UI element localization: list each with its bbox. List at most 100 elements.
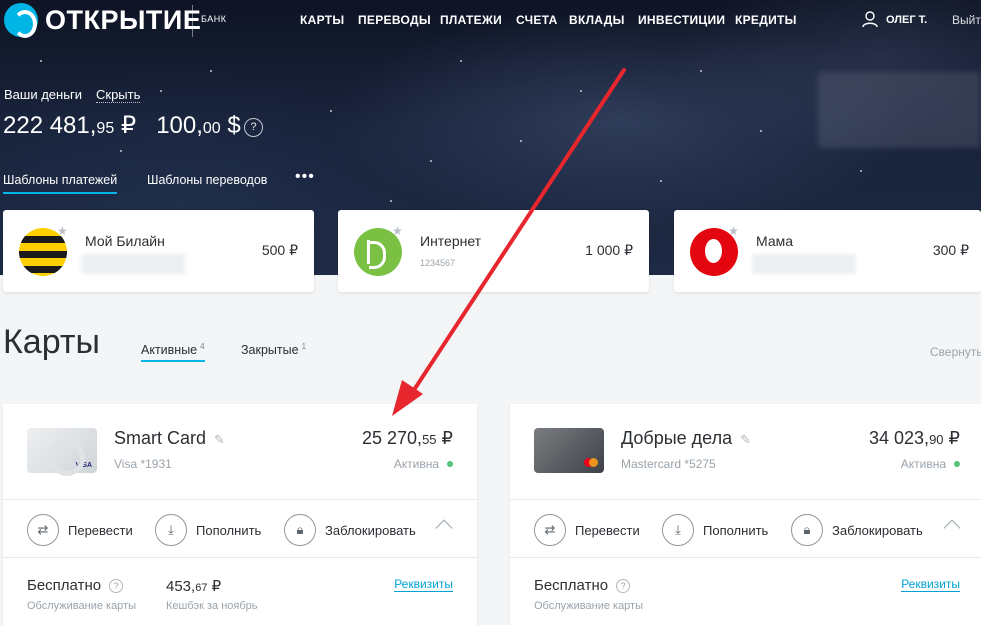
tab-label: Активные [141, 343, 198, 358]
question-icon[interactable]: ? [616, 579, 631, 593]
logo-divider [192, 5, 193, 37]
cards-section-title: Карты [3, 323, 100, 361]
cashback-int: 453, [166, 578, 196, 595]
cashback-amount: 453,67 ₽ [166, 577, 221, 595]
card-status-text: Активна [393, 457, 439, 471]
balance-rub-sign: ₽ [120, 112, 137, 139]
nav-credits[interactable]: КРЕДИТЫ [735, 13, 797, 27]
top-up-button[interactable]: ⤓ Пополнить [662, 514, 768, 546]
nav-deposits[interactable]: ВКЛАДЫ [569, 13, 625, 27]
total-balance: 222 481,95 ₽ 100,00 $ [3, 111, 241, 140]
action-label: Пополнить [703, 522, 769, 538]
top-navigation-bar: ОТКРЫТИЕ БАНК КАРТЫ ПЕРЕВОДЫ ПЛАТЕЖИ СЧЕ… [0, 0, 981, 40]
hide-balance-link[interactable]: Скрыть [96, 87, 141, 103]
question-icon[interactable]: ? [109, 579, 124, 593]
card-balance-frac: 90 [929, 432, 944, 447]
card-header[interactable]: Добрые дела ✎ Mastercard *5275 34 023,90 … [510, 404, 981, 500]
service-fee-text: Бесплатно [27, 577, 102, 594]
service-fee-text: Бесплатно [534, 577, 609, 594]
edit-pencil-icon[interactable]: ✎ [740, 432, 751, 448]
nav-accounts[interactable]: СЧЕТА [516, 13, 558, 27]
bank-logo-text: ОТКРЫТИЕ [45, 4, 202, 35]
card-balance: 34 023,90 ₽ [869, 428, 960, 449]
block-button[interactable]: 🔒︎ Заблокировать [284, 514, 416, 546]
chevron-up-icon[interactable] [435, 519, 453, 537]
logout-link[interactable]: Выйти [952, 13, 981, 27]
template-tile-mama[interactable]: ★ Мама 300 ₽ [674, 210, 981, 292]
bank-logo[interactable]: ОТКРЫТИЕ [4, 3, 202, 38]
balance-usd-frac: 00 [202, 120, 221, 137]
status-dot-icon [447, 461, 453, 467]
template-amount: 300 ₽ [932, 242, 969, 258]
card-panel-smart-card: VISA Smart Card ✎ Visa *1931 25 270,55 ₽ … [3, 404, 477, 625]
balance-usd-sign: $ [227, 112, 241, 139]
user-menu[interactable]: ОЛЕГ Т. [862, 11, 927, 28]
favorite-star-icon[interactable]: ★ [57, 224, 68, 238]
tab-transfer-templates[interactable]: Шаблоны переводов [147, 173, 267, 187]
service-fee-label: Обслуживание карты [27, 600, 137, 612]
card-header[interactable]: VISA Smart Card ✎ Visa *1931 25 270,55 ₽ … [3, 404, 477, 500]
card-balance-int: 34 023, [869, 428, 930, 448]
visa-logo-icon: VISA [75, 462, 92, 469]
transfer-button[interactable]: ⇄ Перевести [27, 514, 133, 546]
service-fee-label: Обслуживание карты [534, 600, 644, 612]
edit-pencil-icon[interactable]: ✎ [214, 432, 225, 448]
tab-count: 4 [200, 342, 205, 351]
details-link[interactable]: Реквизиты [394, 577, 453, 592]
tab-closed-cards[interactable]: Закрытые 1 [241, 342, 306, 357]
template-name: Мой Билайн [85, 233, 165, 249]
tab-active-cards[interactable]: Активные 4 [141, 342, 205, 363]
template-amount: 500 ₽ [261, 242, 298, 258]
nav-cards[interactable]: КАРТЫ [300, 13, 344, 27]
status-dot-icon [954, 461, 960, 467]
lock-icon: 🔒︎ [791, 514, 823, 546]
card-footer: Бесплатно? Обслуживание карты Реквизиты [510, 558, 981, 625]
template-account-number: 1234567 [420, 258, 456, 268]
template-tile-internet[interactable]: ★ Интернет 1234567 1 000 ₽ [338, 210, 649, 292]
money-label: Ваши деньги [4, 87, 82, 102]
template-amount: 1 000 ₽ [585, 242, 633, 258]
transfer-icon: ⇄ [27, 514, 59, 546]
card-name: Smart Card ✎ [114, 428, 225, 449]
card-actions: ⇄ Перевести ⤓ Пополнить 🔒︎ Заблокировать [3, 500, 477, 558]
card-balance-currency: ₽ [441, 428, 453, 448]
card-number: Mastercard *5275 [621, 457, 716, 471]
action-label: Заблокировать [325, 522, 416, 538]
action-label: Перевести [575, 522, 640, 538]
action-label: Перевести [68, 522, 133, 538]
help-icon[interactable]: ? [244, 118, 263, 137]
top-up-icon: ⤓ [155, 514, 187, 546]
card-panel-dobrye-dela: Добрые дела ✎ Mastercard *5275 34 023,90 … [510, 404, 981, 625]
template-tile-beeline[interactable]: ★ Мой Билайн 500 ₽ [3, 210, 314, 292]
card-balance: 25 270,55 ₽ [362, 428, 453, 449]
cashback-currency: ₽ [211, 578, 222, 595]
card-image [534, 428, 604, 473]
tab-payment-templates[interactable]: Шаблоны платежей [3, 173, 118, 194]
favorite-star-icon[interactable]: ★ [728, 224, 739, 238]
redacted-area [752, 254, 856, 274]
card-balance-int: 25 270, [362, 428, 423, 448]
nav-transfers[interactable]: ПЕРЕВОДЫ [358, 13, 431, 27]
lock-icon: 🔒︎ [284, 514, 316, 546]
collapse-link[interactable]: Свернуть [930, 345, 981, 359]
template-name: Интернет [420, 233, 482, 249]
card-number: Visa *1931 [114, 457, 172, 471]
details-link[interactable]: Реквизиты [901, 577, 960, 592]
more-options-icon[interactable]: ••• [295, 168, 315, 186]
transfer-button[interactable]: ⇄ Перевести [534, 514, 640, 546]
nav-investments[interactable]: ИНВЕСТИЦИИ [638, 13, 725, 27]
card-status: Активна [901, 457, 960, 471]
bank-logo-subtitle: БАНК [201, 14, 227, 24]
favorite-star-icon[interactable]: ★ [392, 224, 403, 238]
nav-payments[interactable]: ПЛАТЕЖИ [440, 13, 502, 27]
block-button[interactable]: 🔒︎ Заблокировать [791, 514, 923, 546]
chevron-up-icon[interactable] [943, 519, 961, 537]
template-name: Мама [756, 233, 794, 249]
balance-usd-int: 100, [156, 112, 203, 139]
top-up-button[interactable]: ⤓ Пополнить [155, 514, 261, 546]
card-actions: ⇄ Перевести ⤓ Пополнить 🔒︎ Заблокировать [510, 500, 981, 558]
cashback-label: Кешбэк за ноябрь [166, 600, 258, 612]
card-status: Активна [394, 457, 453, 471]
balance-rub-frac: 95 [96, 120, 115, 137]
card-name-text: Добрые дела [621, 428, 733, 448]
